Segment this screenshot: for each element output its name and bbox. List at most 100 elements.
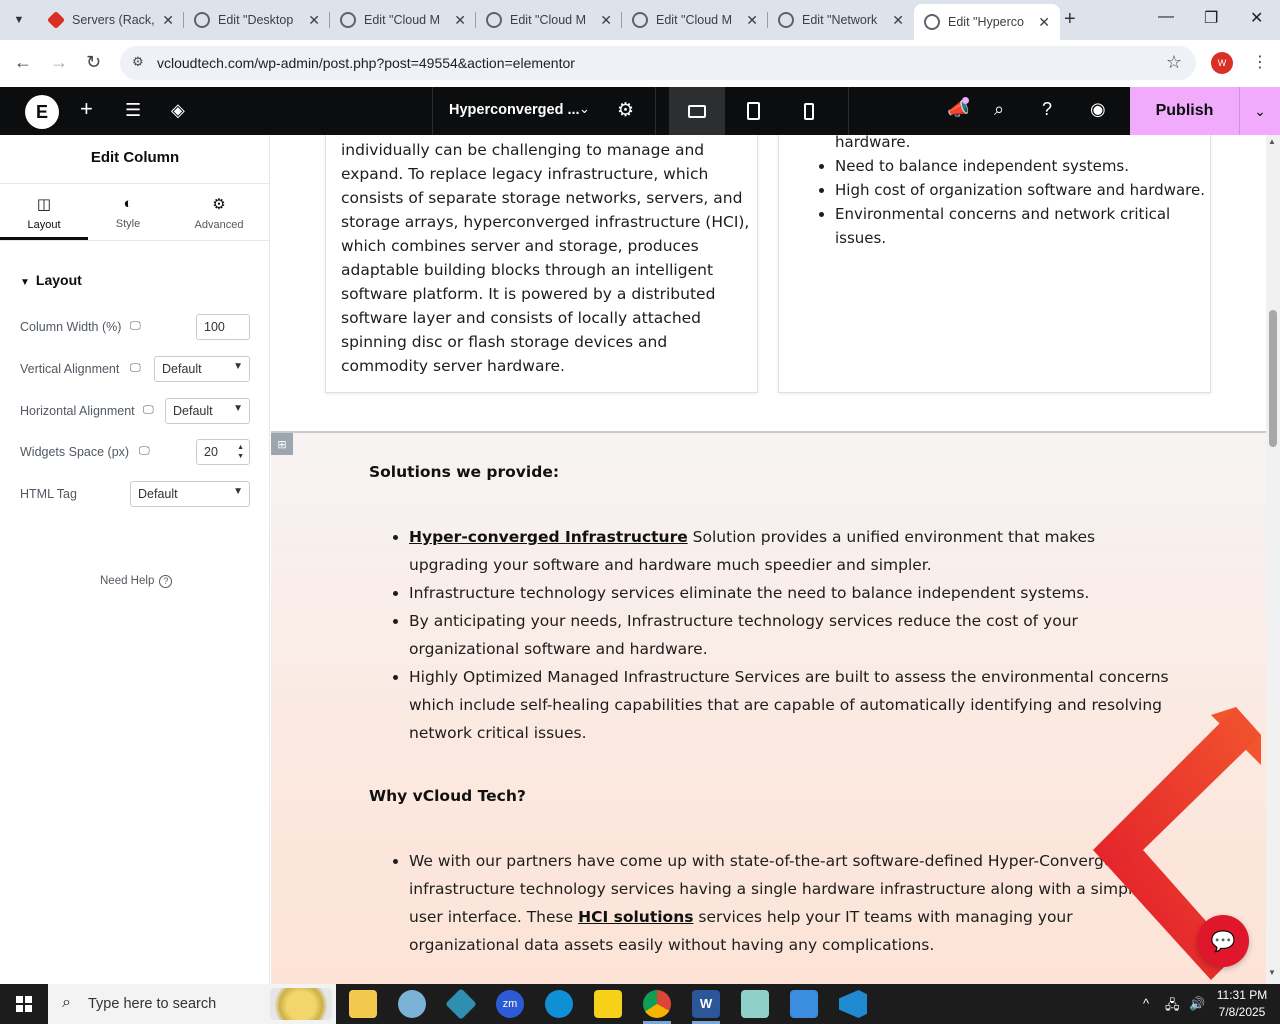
need-help-link[interactable]: Need Help? — [100, 575, 173, 588]
list-item: Infrastructure technology services elimi… — [409, 579, 1179, 607]
clock-time: 11:31 PM — [1216, 988, 1268, 1002]
right-column-card[interactable]: hardware. Need to balance independent sy… — [778, 135, 1211, 393]
app-icon[interactable] — [741, 990, 769, 1018]
browser-menu-icon[interactable]: ⋮ — [1252, 52, 1268, 72]
responsive-desktop-icon[interactable]: 🖵 — [143, 404, 154, 417]
browser-tab[interactable]: Edit "Desktop ✕ — [184, 4, 330, 36]
panel-tabs: ◫ Layout ◐ Style ⚙ Advanced — [0, 183, 270, 241]
site-settings-sliders-icon[interactable]: ☰ — [125, 100, 141, 121]
browser-tab[interactable]: Edit "Cloud M ✕ — [476, 4, 622, 36]
publish-options-chevron-icon[interactable]: ⌄ — [1240, 87, 1280, 135]
show-hidden-icons-chevron-icon[interactable]: ^ — [1143, 996, 1149, 1011]
snipping-tool-icon[interactable] — [398, 990, 426, 1018]
close-tab-icon[interactable]: ✕ — [308, 12, 320, 29]
app-icon[interactable] — [445, 988, 477, 1020]
close-tab-icon[interactable]: ✕ — [600, 12, 612, 29]
desktop-device-button[interactable] — [669, 87, 725, 135]
tab-title: Edit "Desktop — [218, 13, 294, 27]
section-handle-icon[interactable]: ⊞ — [271, 433, 293, 455]
add-element-plus-icon[interactable]: + — [80, 96, 93, 122]
chat-bubble-icon[interactable]: 💬 — [1197, 915, 1249, 967]
url-text[interactable]: vcloudtech.com/wp-admin/post.php?post=49… — [157, 55, 575, 71]
widgets-space-input[interactable]: 20 ▲ ▼ — [196, 439, 250, 465]
editor-canvas: individually can be challenging to manag… — [271, 135, 1266, 984]
edge-icon[interactable] — [545, 990, 573, 1018]
vertical-alignment-select[interactable]: Default ▼ — [154, 356, 250, 382]
browser-tab[interactable]: Edit "Cloud M ✕ — [330, 4, 476, 36]
document-settings[interactable]: Hyperconverged ... ⌄ ⚙ — [432, 87, 656, 135]
need-help-label: Need Help — [100, 575, 155, 587]
left-column-card[interactable]: individually can be challenging to manag… — [325, 135, 758, 393]
tablet-device-button[interactable] — [725, 87, 781, 135]
preview-eye-icon[interactable]: ◉ — [1090, 99, 1106, 120]
windows-logo-icon — [16, 996, 32, 1012]
forward-arrow-icon[interactable]: → — [50, 52, 68, 73]
sticky-notes-icon[interactable] — [594, 990, 622, 1018]
spinner-arrows-icon[interactable]: ▲ ▼ — [237, 443, 244, 461]
tab-search-chevron-icon[interactable]: ▼ — [6, 7, 32, 33]
browser-tab-active[interactable]: Edit "Hyperco ✕ — [914, 4, 1060, 40]
column-width-input[interactable]: 100 — [196, 314, 250, 340]
browser-tab[interactable]: Servers (Rack, ✕ — [38, 4, 184, 36]
reload-icon[interactable]: ↻ — [86, 52, 101, 73]
layout-section-toggle[interactable]: ▼ Layout — [20, 272, 82, 288]
close-tab-icon[interactable]: ✕ — [746, 12, 758, 29]
browser-tab[interactable]: Edit "Network ✕ — [768, 4, 914, 36]
browser-tab[interactable]: Edit "Cloud M ✕ — [622, 4, 768, 36]
page-settings-gear-icon[interactable]: ⚙ — [617, 99, 634, 122]
help-icon[interactable]: ? — [1042, 99, 1052, 120]
bookmark-star-icon[interactable]: ☆ — [1166, 52, 1182, 73]
close-tab-icon[interactable]: ✕ — [162, 12, 174, 29]
html-tag-select[interactable]: Default ▼ — [130, 481, 250, 507]
file-explorer-icon[interactable] — [349, 990, 377, 1018]
chrome-icon[interactable] — [643, 990, 671, 1018]
zoom-icon[interactable]: zm — [496, 990, 524, 1018]
publish-button[interactable]: Publish — [1130, 87, 1240, 135]
new-tab-plus-icon[interactable]: + — [1064, 8, 1076, 31]
horizontal-alignment-select[interactable]: Default ▼ — [165, 398, 250, 424]
tab-title: Edit "Cloud M — [364, 13, 440, 27]
scroll-up-icon[interactable]: ▲ — [1268, 137, 1276, 146]
hci-solutions-link[interactable]: HCI solutions — [578, 908, 693, 926]
word-icon[interactable]: W — [692, 990, 720, 1018]
responsive-desktop-icon[interactable]: 🖵 — [139, 445, 150, 458]
volume-icon[interactable]: 🔊 — [1189, 996, 1205, 1012]
site-settings-icon[interactable]: ⚙ — [132, 54, 144, 70]
canvas-scrollbar[interactable]: ▲ ▼ — [1266, 135, 1280, 984]
tab-layout[interactable]: ◫ Layout — [0, 184, 88, 240]
network-icon[interactable]: 🖧 — [1165, 996, 1180, 1018]
close-tab-icon[interactable]: ✕ — [1038, 14, 1050, 31]
hci-link[interactable]: Hyper-converged Infrastructure — [409, 528, 688, 546]
responsive-desktop-icon[interactable]: 🖵 — [130, 362, 141, 375]
columns-icon: ◫ — [36, 196, 52, 213]
caret-down-icon: ▼ — [233, 486, 243, 497]
start-button[interactable] — [0, 984, 48, 1024]
system-clock[interactable]: 11:31 PM 7/8/2025 — [1210, 987, 1274, 1021]
select-value: Default — [162, 362, 202, 376]
tab-advanced[interactable]: ⚙ Advanced — [178, 184, 260, 240]
search-icon[interactable]: ⌕ — [994, 99, 1004, 120]
scrollbar-thumb[interactable] — [1269, 310, 1277, 447]
mobile-device-button[interactable] — [781, 87, 837, 135]
close-tab-icon[interactable]: ✕ — [454, 12, 466, 29]
structure-layers-icon[interactable]: ◈ — [171, 100, 185, 121]
taskbar-search[interactable]: ⌕ Type here to search — [48, 984, 336, 1024]
close-window-icon[interactable]: ✕ — [1250, 8, 1263, 28]
why-heading: Why vCloud Tech? — [369, 787, 526, 805]
tab-style[interactable]: ◐ Style — [88, 184, 168, 240]
restore-icon[interactable]: ❐ — [1204, 8, 1218, 28]
elementor-logo-icon[interactable]: E — [25, 95, 59, 129]
responsive-desktop-icon[interactable]: 🖵 — [130, 320, 141, 333]
address-bar[interactable]: ⚙ vcloudtech.com/wp-admin/post.php?post=… — [120, 46, 1196, 80]
back-arrow-icon[interactable]: ← — [14, 52, 32, 73]
close-tab-icon[interactable]: ✕ — [892, 12, 904, 29]
chevron-down-icon[interactable]: ⌄ — [579, 101, 590, 117]
vscode-icon[interactable] — [839, 990, 867, 1018]
document-title[interactable]: Hyperconverged ... — [449, 102, 580, 118]
paint-icon[interactable] — [790, 990, 818, 1018]
scroll-down-icon[interactable]: ▼ — [1268, 968, 1276, 977]
section-title: Layout — [35, 272, 82, 288]
select-value: Default — [173, 404, 213, 418]
profile-avatar[interactable]: W — [1211, 52, 1233, 74]
minimize-icon[interactable]: — — [1158, 8, 1174, 26]
